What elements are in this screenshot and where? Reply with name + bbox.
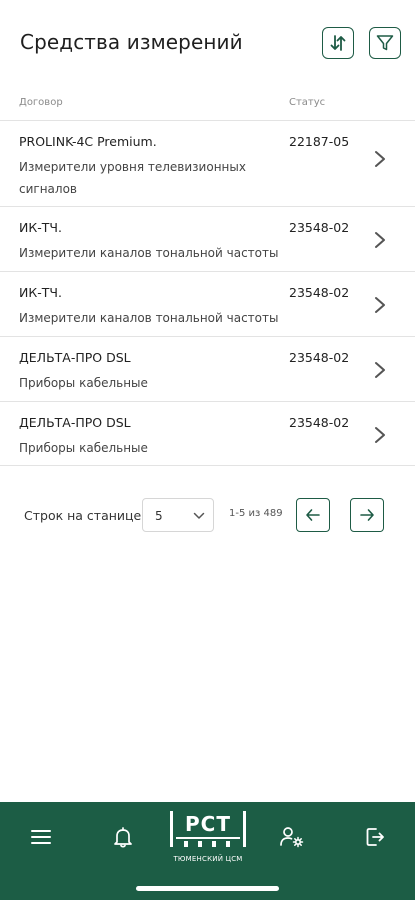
chevron-right-icon <box>375 232 385 248</box>
list-item[interactable]: ДЕЛЬТА-ПРО DSL Приборы кабельные 23548-0… <box>0 336 415 401</box>
filter-button[interactable] <box>369 27 401 59</box>
item-status: 23548-02 <box>289 285 350 300</box>
chevron-down-icon <box>193 512 205 519</box>
chevron-right-icon <box>375 151 385 167</box>
prev-page-button[interactable] <box>296 498 330 532</box>
user-settings-icon <box>280 827 304 848</box>
next-page-button[interactable] <box>350 498 384 532</box>
menu-icon <box>31 830 51 844</box>
rows-per-page-value: 5 <box>155 509 163 523</box>
app-header: Средства измерений <box>0 0 415 90</box>
item-status: 23548-02 <box>289 350 350 365</box>
logout-icon <box>366 828 384 846</box>
list-item[interactable]: ИК-ТЧ. Измерители каналов тональной част… <box>0 271 415 336</box>
rst-logo: PCT ТЮМЕНСКИЙ ЦСМ <box>162 808 254 868</box>
pagination: Строк на станице 5 1-5 из 489 <box>0 496 415 536</box>
list-item[interactable]: ДЕЛЬТА-ПРО DSL Приборы кабельные 23548-0… <box>0 401 415 466</box>
item-description: Приборы кабельные <box>19 376 148 390</box>
item-name: PROLINK-4C Premium. <box>19 134 157 149</box>
page-range: 1-5 из 489 <box>229 508 283 519</box>
chevron-right-icon <box>375 297 385 313</box>
item-status: 23548-02 <box>289 220 350 235</box>
item-description: Приборы кабельные <box>19 441 148 455</box>
logout-button[interactable] <box>355 820 395 854</box>
item-description: Измерители уровня телевизионных сигналов <box>19 160 246 196</box>
item-name: ИК-ТЧ. <box>19 220 62 235</box>
bell-icon <box>114 827 132 848</box>
menu-button[interactable] <box>21 820 61 854</box>
chevron-right-icon <box>375 427 385 443</box>
item-description: Измерители каналов тональной частоты <box>19 311 279 325</box>
item-status: 22187-05 <box>289 134 350 149</box>
list-item[interactable]: ИК-ТЧ. Измерители каналов тональной част… <box>0 206 415 271</box>
item-status: 23548-02 <box>289 415 350 430</box>
rows-per-page-label: Строк на станице <box>24 508 142 523</box>
item-name: ДЕЛЬТА-ПРО DSL <box>19 350 131 365</box>
home-indicator[interactable] <box>136 886 279 891</box>
item-name: ИК-ТЧ. <box>19 285 62 300</box>
arrow-left-icon <box>306 509 320 521</box>
page-title: Средства измерений <box>20 30 243 54</box>
logo-caption: ТЮМЕНСКИЙ ЦСМ <box>173 855 243 863</box>
svg-text:PCT: PCT <box>185 812 231 836</box>
list-item[interactable]: PROLINK-4C Premium. Измерители уровня те… <box>0 120 415 206</box>
chevron-right-icon <box>375 362 385 378</box>
instruments-list: PROLINK-4C Premium. Измерители уровня те… <box>0 120 415 466</box>
user-settings-button[interactable] <box>272 820 312 854</box>
item-name: ДЕЛЬТА-ПРО DSL <box>19 415 131 430</box>
filter-icon <box>376 35 394 51</box>
item-description: Измерители каналов тональной частоты <box>19 246 279 260</box>
arrow-right-icon <box>360 509 374 521</box>
column-header-status[interactable]: Статус <box>289 97 325 108</box>
sort-arrows-icon <box>330 35 346 51</box>
rows-per-page-select[interactable]: 5 <box>142 498 214 532</box>
sort-button[interactable] <box>322 27 354 59</box>
notifications-button[interactable] <box>103 820 143 854</box>
rst-logo-mark: PCT <box>170 811 246 847</box>
column-header-contract[interactable]: Договор <box>19 97 63 108</box>
